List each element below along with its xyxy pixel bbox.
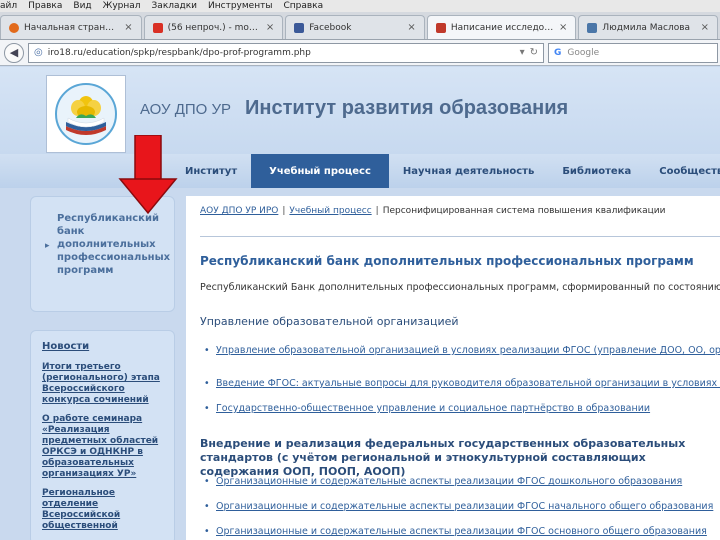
bullet-icon: • xyxy=(204,378,210,389)
bullet-icon: • xyxy=(204,476,210,487)
site-org-short: АОУ ДПО УР xyxy=(140,101,232,118)
program-link-item: • Организационные и содержательные аспек… xyxy=(204,476,682,488)
dropdown-icon[interactable]: ▾ xyxy=(520,47,525,58)
program-link-item: • Организационные и содержательные аспек… xyxy=(204,526,707,538)
address-bar[interactable]: ◎ iro18.ru/education/spkp/respbank/dpo-p… xyxy=(28,42,544,63)
program-link[interactable]: Государственно-общественное управление и… xyxy=(216,403,650,414)
breadcrumb-current: Персонифицированная система повышения кв… xyxy=(382,206,666,216)
browser-menubar: айл Правка Вид Журнал Закладки Инструмен… xyxy=(0,0,720,12)
news-panel: Новости Итоги третьего (регионального) э… xyxy=(30,330,175,540)
menu-history[interactable]: Журнал xyxy=(103,1,141,11)
bullet-icon: • xyxy=(204,526,210,537)
nav-institute[interactable]: Институт xyxy=(171,154,251,188)
program-link[interactable]: Организационные и содержательные аспекты… xyxy=(216,476,682,487)
intro-text: Республиканский Банк дополнительных проф… xyxy=(200,282,720,293)
browser-tabstrip: Начальная страница Mozill... × (56 непро… xyxy=(0,12,720,40)
site-title: АОУ ДПО УР Институт развития образования xyxy=(140,97,568,120)
nav-research[interactable]: Научная деятельность xyxy=(389,154,548,188)
back-button[interactable]: ◀ xyxy=(4,42,24,63)
facebook-icon xyxy=(294,22,305,33)
browser-tab-active[interactable]: Написание исследовательс... × xyxy=(426,15,577,39)
sidebar-item-respbank[interactable]: Республиканский банк дополнительных проф… xyxy=(57,212,173,277)
address-url: iro18.ru/education/spkp/respbank/dpo-pro… xyxy=(47,47,311,58)
menu-view[interactable]: Вид xyxy=(73,1,91,11)
search-engine-icon: G xyxy=(554,47,562,58)
breadcrumb-link[interactable]: АОУ ДПО УР ИРО xyxy=(200,206,278,216)
divider xyxy=(200,236,720,237)
breadcrumb: АОУ ДПО УР ИРО | Учебный процесс | Персонифи… xyxy=(200,206,666,216)
tab-title: Людмила Маслова xyxy=(602,22,691,33)
program-link[interactable]: Организационные и содержательные аспекты… xyxy=(216,526,707,537)
chevron-right-icon: ▸ xyxy=(45,241,50,251)
breadcrumb-separator: | xyxy=(282,206,286,216)
close-tab-icon[interactable]: × xyxy=(701,22,709,33)
tab-title: (56 непроч.) - moskevaly@i... xyxy=(167,22,261,33)
browser-toolbar: ◀ ◎ iro18.ru/education/spkp/respbank/dpo… xyxy=(0,40,720,66)
close-tab-icon[interactable]: × xyxy=(559,22,567,33)
search-box[interactable]: G Google xyxy=(548,42,718,63)
bullet-icon: • xyxy=(204,501,210,512)
section-title: Управление образовательной организацией xyxy=(200,315,459,328)
section-title: Внедрение и реализация федеральных госуд… xyxy=(200,437,686,478)
program-link-item: • Управление образовательной организацие… xyxy=(204,345,720,357)
browser-tab[interactable]: Людмила Маслова × xyxy=(578,15,718,39)
page-icon xyxy=(435,22,446,33)
bullet-icon: • xyxy=(204,403,210,414)
nav-library[interactable]: Библиотека xyxy=(548,154,645,188)
nav-educational-process[interactable]: Учебный процесс xyxy=(251,154,389,188)
news-title[interactable]: Новости xyxy=(42,341,166,352)
tab-title: Facebook xyxy=(309,22,352,33)
menu-edit[interactable]: Правка xyxy=(28,1,62,11)
tab-title: Начальная страница Mozill... xyxy=(24,22,120,33)
program-link-item: • Государственно-общественное управление… xyxy=(204,403,650,415)
menu-help[interactable]: Справка xyxy=(283,1,323,11)
search-placeholder: Google xyxy=(567,47,600,58)
news-item[interactable]: О работе семинара «Реализация предметных… xyxy=(42,414,166,480)
close-tab-icon[interactable]: × xyxy=(407,22,415,33)
program-link[interactable]: Управление образовательной организацией … xyxy=(216,345,720,356)
tab-title: Написание исследовательс... xyxy=(450,22,554,33)
reload-icon[interactable]: ↻ xyxy=(530,47,538,58)
firefox-icon xyxy=(9,22,19,33)
bullet-icon: • xyxy=(204,345,210,356)
nav-community[interactable]: Сообщество xyxy=(645,154,720,188)
vk-icon xyxy=(587,22,598,33)
program-link-item: • Введение ФГОС: актуальные вопросы для … xyxy=(204,378,720,390)
site-org-name: Институт развития образования xyxy=(245,97,569,119)
menu-file[interactable]: айл xyxy=(0,1,17,11)
browser-tab[interactable]: Начальная страница Mozill... × xyxy=(0,15,142,39)
breadcrumb-separator: | xyxy=(375,206,379,216)
page-title: Республиканский банк дополнительных проф… xyxy=(200,254,694,268)
main-content: АОУ ДПО УР ИРО | Учебный процесс | Персонифи… xyxy=(186,196,720,540)
browser-tab[interactable]: Facebook × xyxy=(285,15,425,39)
close-tab-icon[interactable]: × xyxy=(124,22,132,33)
browser-tab[interactable]: (56 непроч.) - moskevaly@i... × xyxy=(143,15,284,39)
breadcrumb-link[interactable]: Учебный процесс xyxy=(289,206,371,216)
news-item[interactable]: Итоги третьего (регионального) этапа Все… xyxy=(42,362,166,406)
red-arrow-annotation xyxy=(118,135,178,215)
menu-bookmarks[interactable]: Закладки xyxy=(152,1,198,11)
mail-icon xyxy=(152,22,163,33)
back-arrow-icon: ◀ xyxy=(9,46,19,59)
program-link[interactable]: Организационные и содержательные аспекты… xyxy=(216,501,713,512)
program-link[interactable]: Введение ФГОС: актуальные вопросы для ру… xyxy=(216,378,720,389)
program-link-item: • Организационные и содержательные аспек… xyxy=(204,501,713,513)
institute-logo[interactable] xyxy=(46,75,126,153)
news-item[interactable]: Региональное отделение Всероссийской общ… xyxy=(42,488,166,532)
flower-logo-icon xyxy=(55,83,117,145)
close-tab-icon[interactable]: × xyxy=(266,22,274,33)
main-nav: Институт Учебный процесс Научная деятель… xyxy=(0,154,720,188)
menu-tools[interactable]: Инструменты xyxy=(208,1,272,11)
globe-icon: ◎ xyxy=(34,47,43,58)
site-header: АОУ ДПО УР Институт развития образования xyxy=(0,67,720,154)
